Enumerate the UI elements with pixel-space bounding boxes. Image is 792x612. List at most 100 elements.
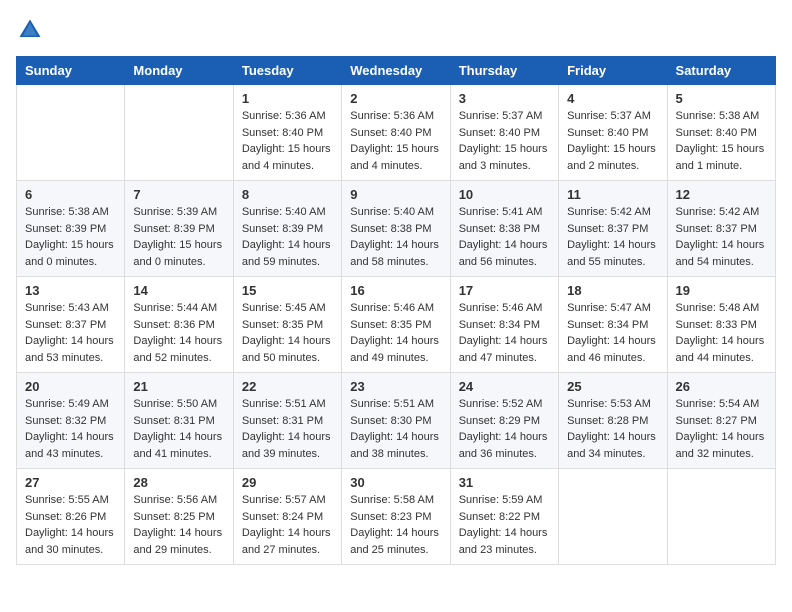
sunset-text: Sunset: 8:37 PM (25, 319, 106, 331)
daylight-text: Daylight: 14 hours and 56 minutes. (459, 239, 548, 268)
sunset-text: Sunset: 8:39 PM (242, 223, 323, 235)
weekday-header-wednesday: Wednesday (342, 57, 450, 85)
daylight-text: Daylight: 15 hours and 2 minutes. (567, 143, 656, 172)
day-info: Sunrise: 5:48 AMSunset: 8:33 PMDaylight:… (676, 300, 767, 366)
calendar-cell (125, 85, 233, 181)
daylight-text: Daylight: 14 hours and 59 minutes. (242, 239, 331, 268)
day-info: Sunrise: 5:39 AM Sunset: 8:39 PM Daylight:… (133, 204, 224, 270)
sunset-text: Sunset: 8:39 PM (25, 223, 106, 235)
sunrise-text: Sunrise: 5:59 AM (459, 494, 543, 506)
daylight-text: Daylight: 14 hours and 32 minutes. (676, 431, 765, 460)
sunrise-text: Sunrise: 5:48 AM (676, 302, 760, 314)
sunset-text: Sunset: 8:40 PM (676, 127, 757, 139)
daylight-text: Daylight: 14 hours and 30 minutes. (25, 527, 114, 556)
day-number: 29 (242, 475, 333, 490)
calendar-cell: 13Sunrise: 5:43 AMSunset: 8:37 PMDayligh… (17, 277, 125, 373)
day-number: 3 (459, 91, 550, 106)
calendar-cell: 11 Sunrise: 5:42 AMSunset: 8:37 PMDayligh… (559, 181, 667, 277)
day-number: 21 (133, 379, 224, 394)
sunset-text: Sunset: 8:26 PM (25, 511, 106, 523)
sunset-text: Sunset: 8:30 PM (350, 415, 431, 427)
sunrise-text: Sunrise: 5:38 AM (676, 110, 760, 122)
daylight-text: Daylight: 14 hours and 25 minutes. (350, 527, 439, 556)
calendar-cell: 22Sunrise: 5:51 AMSunset: 8:31 PMDayligh… (233, 373, 341, 469)
calendar-cell: 23Sunrise: 5:51 AMSunset: 8:30 PMDayligh… (342, 373, 450, 469)
weekday-header-monday: Monday (125, 57, 233, 85)
calendar-cell: 16Sunrise: 5:46 AMSunset: 8:35 PMDayligh… (342, 277, 450, 373)
calendar-cell: 4 Sunrise: 5:37 AMSunset: 8:40 PMDaylight… (559, 85, 667, 181)
sunset-text: Sunset: 8:34 PM (459, 319, 540, 331)
day-number: 8 (242, 187, 333, 202)
sunrise-text: Sunrise: 5:46 AM (459, 302, 543, 314)
sunrise-text: Sunrise: 5:39 AM (133, 206, 217, 218)
day-info: Sunrise: 5:41 AM Sunset: 8:38 PM Daylight:… (459, 204, 550, 270)
weekday-header-sunday: Sunday (17, 57, 125, 85)
daylight-text: Daylight: 15 hours and 3 minutes. (459, 143, 548, 172)
day-number: 4 (567, 91, 658, 106)
sunset-text: Sunset: 8:38 PM (459, 223, 540, 235)
sunrise-text: Sunrise: 5:47 AM (567, 302, 651, 314)
calendar-cell: 7 Sunrise: 5:39 AM Sunset: 8:39 PM Daylight… (125, 181, 233, 277)
calendar-cell: 26Sunrise: 5:54 AMSunset: 8:27 PMDayligh… (667, 373, 775, 469)
day-info: Sunrise: 5:51 AMSunset: 8:30 PMDaylight:… (350, 396, 441, 462)
day-info: Sunrise: 5:38 AMSunset: 8:40 PMDaylight:… (676, 108, 767, 174)
sunrise-text: Sunrise: 5:55 AM (25, 494, 109, 506)
day-info: Sunrise: 5:58 AMSunset: 8:23 PMDaylight:… (350, 492, 441, 558)
calendar-cell (17, 85, 125, 181)
day-number: 16 (350, 283, 441, 298)
daylight-text: Daylight: 14 hours and 49 minutes. (350, 335, 439, 364)
daylight-text: Daylight: 14 hours and 27 minutes. (242, 527, 331, 556)
sunset-text: Sunset: 8:40 PM (350, 127, 431, 139)
sunset-text: Sunset: 8:36 PM (133, 319, 214, 331)
day-info: Sunrise: 5:52 AMSunset: 8:29 PMDaylight:… (459, 396, 550, 462)
day-info: Sunrise: 5:54 AMSunset: 8:27 PMDaylight:… (676, 396, 767, 462)
day-info: Sunrise: 5:40 AMSunset: 8:39 PMDaylight:… (242, 204, 333, 270)
day-info: Sunrise: 5:36 AMSunset: 8:40 PMDaylight:… (242, 108, 333, 174)
day-info: Sunrise: 5:42 AMSunset: 8:37 PMDaylight:… (676, 204, 767, 270)
sunset-text: Sunset: 8:40 PM (459, 127, 540, 139)
daylight-text: Daylight: 14 hours and 44 minutes. (676, 335, 765, 364)
calendar-week-row: 20Sunrise: 5:49 AMSunset: 8:32 PMDayligh… (17, 373, 776, 469)
sunrise-text: Sunrise: 5:40 AM (350, 206, 434, 218)
day-info: Sunrise: 5:37 AMSunset: 8:40 PMDaylight:… (567, 108, 658, 174)
sunset-text: Sunset: 8:27 PM (676, 415, 757, 427)
sunset-text: Sunset: 8:29 PM (459, 415, 540, 427)
daylight-text: Daylight: 14 hours and 23 minutes. (459, 527, 548, 556)
sunrise-text: Sunrise: 5:44 AM (133, 302, 217, 314)
day-info: Sunrise: 5:37 AMSunset: 8:40 PMDaylight:… (459, 108, 550, 174)
calendar-cell: 20Sunrise: 5:49 AMSunset: 8:32 PMDayligh… (17, 373, 125, 469)
calendar-cell: 19Sunrise: 5:48 AMSunset: 8:33 PMDayligh… (667, 277, 775, 373)
sunrise-text: Sunrise: 5:51 AM (242, 398, 326, 410)
day-info: Sunrise: 5:38 AMSunset: 8:39 PMDaylight:… (25, 204, 116, 270)
logo-icon (16, 16, 44, 44)
sunrise-text: Sunrise: 5:42 AM (676, 206, 760, 218)
day-number: 9 (350, 187, 441, 202)
daylight-text: Daylight: 14 hours and 46 minutes. (567, 335, 656, 364)
sunset-text: Sunset: 8:32 PM (25, 415, 106, 427)
day-info: Sunrise: 5:44 AMSunset: 8:36 PMDaylight:… (133, 300, 224, 366)
calendar-cell: 27Sunrise: 5:55 AMSunset: 8:26 PMDayligh… (17, 469, 125, 565)
calendar-cell: 5Sunrise: 5:38 AMSunset: 8:40 PMDaylight… (667, 85, 775, 181)
day-number: 7 (133, 187, 224, 202)
sunset-text: Sunset: 8:24 PM (242, 511, 323, 523)
day-number: 20 (25, 379, 116, 394)
daylight-text: Daylight: 15 hours and 0 minutes. (133, 239, 222, 268)
day-info: Sunrise: 5:55 AM Sunset: 8:26 PM Daylight:… (25, 492, 116, 558)
day-number: 11 (567, 187, 658, 202)
day-number: 23 (350, 379, 441, 394)
sunset-text: Sunset: 8:39 PM (133, 223, 214, 235)
sunrise-text: Sunrise: 5:37 AM (567, 110, 651, 122)
sunrise-text: Sunrise: 5:51 AM (350, 398, 434, 410)
day-number: 30 (350, 475, 441, 490)
sunset-text: Sunset: 8:35 PM (350, 319, 431, 331)
day-number: 1 (242, 91, 333, 106)
daylight-text: Daylight: 15 hours and 0 minutes. (25, 239, 114, 268)
calendar-cell: 25Sunrise: 5:53 AMSunset: 8:28 PMDayligh… (559, 373, 667, 469)
sunrise-text: Sunrise: 5:50 AM (133, 398, 217, 410)
day-number: 28 (133, 475, 224, 490)
sunrise-text: Sunrise: 5:41 AM (459, 206, 543, 218)
sunrise-text: Sunrise: 5:58 AM (350, 494, 434, 506)
day-info: Sunrise: 5:42 AMSunset: 8:37 PMDaylight:… (567, 204, 658, 270)
sunset-text: Sunset: 8:31 PM (242, 415, 323, 427)
daylight-text: Daylight: 14 hours and 39 minutes. (242, 431, 331, 460)
